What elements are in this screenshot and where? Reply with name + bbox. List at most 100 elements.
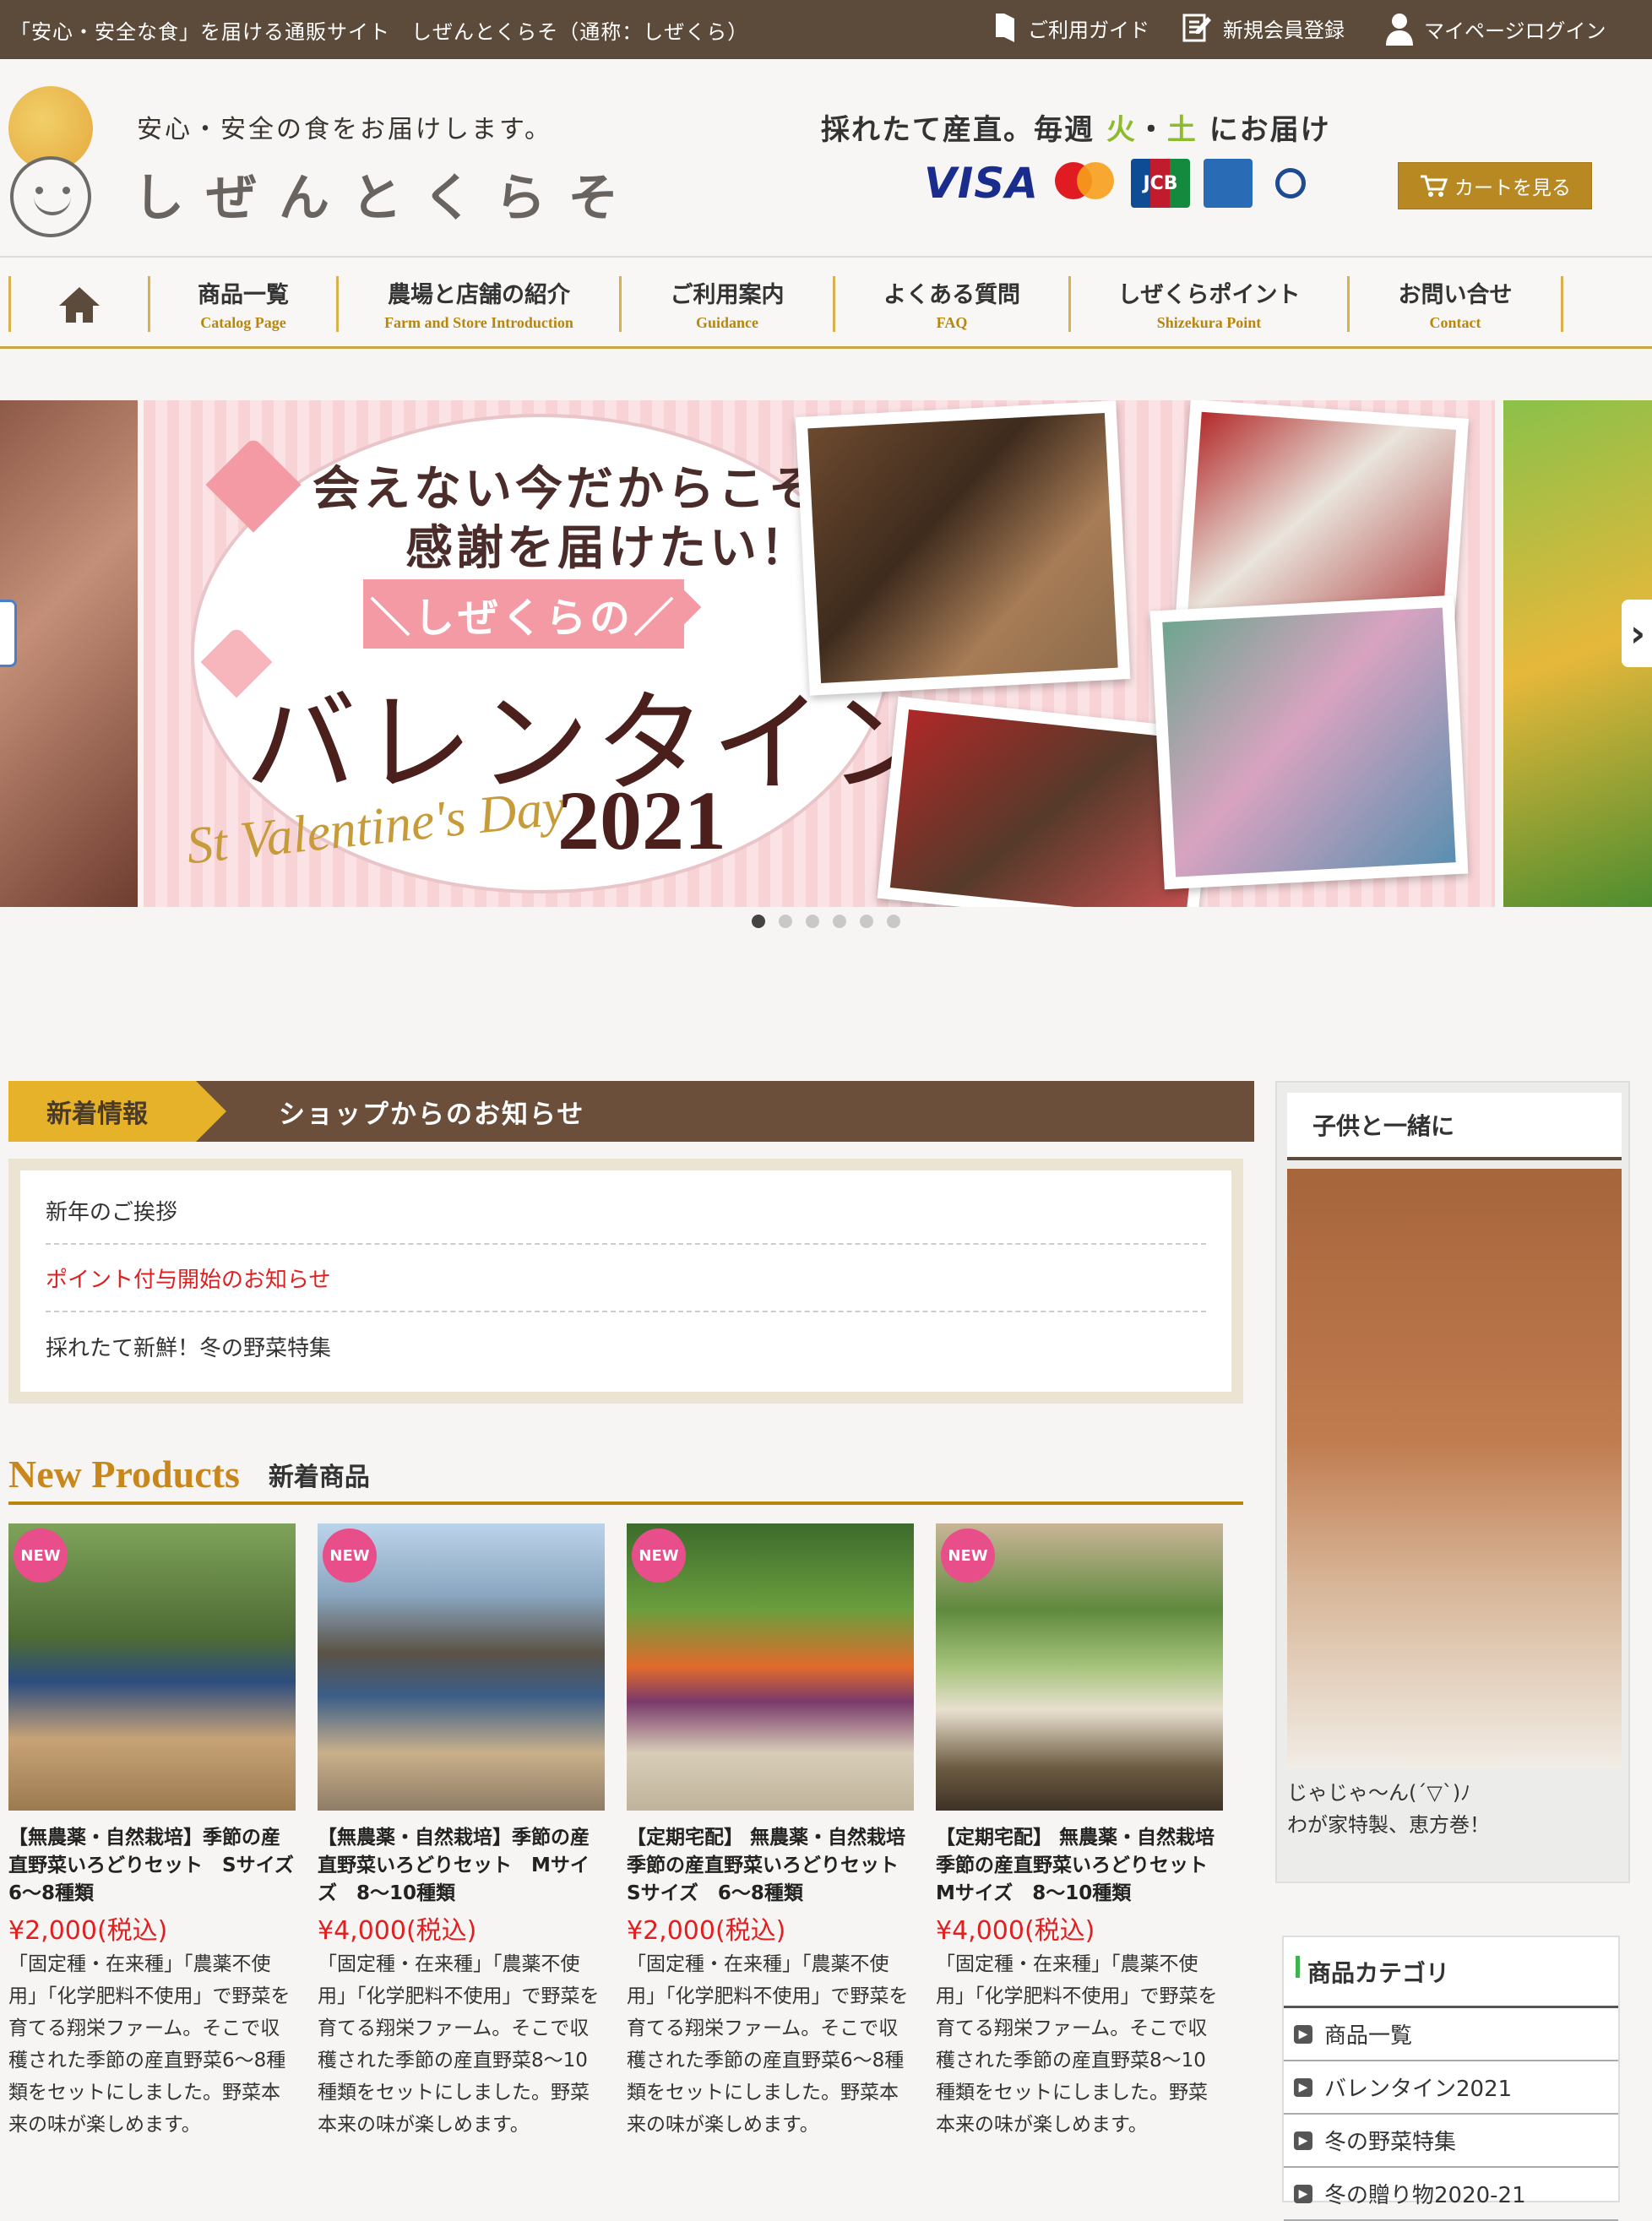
slider-dot[interactable] — [833, 915, 846, 928]
payment-cards: VISA JCB — [924, 159, 1315, 208]
logo-smile-icon — [10, 156, 91, 237]
product-image[interactable]: NEW — [627, 1523, 914, 1811]
news-item[interactable]: 採れたて新鮮！冬の野菜特集 — [46, 1312, 1206, 1380]
banner-line1: 会えない今だからこそ、 — [312, 462, 870, 517]
product-name[interactable]: 【無農薬・自然栽培】季節の産直野菜いろどりセット Mサイズ 8〜10種類 — [318, 1824, 605, 1908]
guide-label: ご利用ガイド — [1028, 18, 1149, 42]
sidebar-feature-title: 子供と一緒に — [1287, 1093, 1622, 1160]
arrow-right-icon: ▶ — [1294, 2077, 1312, 2097]
slider-next-button[interactable]: › — [1622, 600, 1652, 667]
new-products-jp: 新着商品 — [268, 1463, 370, 1492]
view-cart-button[interactable]: カートを見る — [1398, 162, 1592, 209]
nav-contact-sub: Contact — [1429, 314, 1481, 331]
product-grid: NEW 【無農薬・自然栽培】季節の産直野菜いろどりセット Sサイズ 6〜8種類 … — [8, 1523, 1243, 2202]
news-item[interactable]: 新年のご挨拶 — [46, 1177, 1206, 1245]
news-title: ショップからのお知らせ — [279, 1099, 585, 1130]
arrow-right-icon: ▶ — [1294, 2024, 1312, 2044]
cart-label: カートを見る — [1454, 177, 1571, 199]
new-products-en: New Products — [8, 1453, 240, 1496]
banner-line2: 感謝を届けたい！ — [405, 521, 811, 576]
top-bar: 「安心・安全な食」を届ける通販サイト しぜんとくらそ（通称：しぜくら） ご利用ガ… — [0, 0, 1652, 59]
product-card[interactable]: NEW 【無農薬・自然栽培】季節の産直野菜いろどりセット Mサイズ 8〜10種類… — [318, 1523, 605, 2141]
category-label: 冬の贈り物2020-21 — [1324, 2183, 1526, 2208]
hero-slider[interactable]: 会えない今だからこそ、 感謝を届けたい！ ＼しぜくらの／ バレンタイン St V… — [0, 400, 1652, 907]
site-tagline: 「安心・安全な食」を届ける通販サイト しぜんとくらそ（通称：しぜくら） — [10, 20, 749, 44]
chevron-right-icon: › — [1630, 611, 1646, 655]
new-badge: NEW — [941, 1529, 995, 1583]
nav-farm-label: 農場と店舗の紹介 — [388, 282, 570, 308]
category-label: 冬の野菜特集 — [1324, 2130, 1457, 2155]
nav-farm[interactable]: 農場と店舗の紹介 Farm and Store Introduction — [339, 276, 619, 332]
product-name[interactable]: 【無農薬・自然栽培】季節の産直野菜いろどりセット Sサイズ 6〜8種類 — [8, 1824, 313, 1908]
product-image[interactable]: NEW — [318, 1523, 605, 1811]
caption-line1: じゃじゃ〜ん(´▽`)ﾉ — [1287, 1781, 1471, 1805]
category-menu: 商品カテゴリ ▶ 商品一覧 ▶ バレンタイン2021 ▶ 冬の野菜特集 ▶ 冬の贈り物2… — [1282, 1936, 1620, 2221]
login-link[interactable]: マイページログイン — [1385, 12, 1606, 46]
login-label: マイページログイン — [1424, 19, 1606, 43]
slider-dots — [752, 915, 900, 928]
product-description: 「固定種・在来種」「農薬不使用」「化学肥料不使用」で野菜を育てる翔栄ファーム。そ… — [936, 1953, 1218, 2136]
category-label: バレンタイン2021 — [1324, 2077, 1513, 2102]
product-image[interactable]: NEW — [936, 1523, 1223, 1811]
product-description: 「固定種・在来種」「農薬不使用」「化学肥料不使用」で野菜を育てる翔栄ファーム。そ… — [8, 1953, 291, 2136]
new-badge: NEW — [14, 1529, 68, 1583]
slider-dot[interactable] — [806, 915, 819, 928]
news-tag: 新着情報 — [8, 1081, 226, 1142]
banner-year: 2021 — [557, 774, 726, 867]
delivery-day-tue: 火 — [1106, 113, 1137, 147]
register-link[interactable]: 新規会員登録 — [1182, 12, 1345, 44]
arrow-right-icon: ▶ — [1294, 2184, 1312, 2203]
product-card[interactable]: NEW 【定期宅配】 無農薬・自然栽培 季節の産直野菜いろどりセット Mサイズ … — [936, 1523, 1227, 2141]
slider-dot[interactable] — [860, 915, 873, 928]
cart-icon — [1421, 175, 1448, 197]
delivery-dot: ・ — [1136, 113, 1167, 147]
news-item[interactable]: ポイント付与開始のお知らせ — [46, 1245, 1206, 1312]
diners-logo-icon — [1266, 159, 1315, 208]
slider-dot[interactable] — [752, 915, 765, 928]
nav-catalog-sub: Catalog Page — [200, 314, 286, 331]
site-slogan: 安心・安全の食をお届けします。 — [137, 115, 552, 144]
new-products-header: New Products 新着商品 — [8, 1453, 1243, 1505]
nav-faq[interactable]: よくある質問 FAQ — [835, 276, 1068, 332]
product-description: 「固定種・在来種」「農薬不使用」「化学肥料不使用」で野菜を育てる翔栄ファーム。そ… — [318, 1953, 600, 2136]
product-name[interactable]: 【定期宅配】 無農薬・自然栽培 季節の産直野菜いろどりセット Mサイズ 8〜10… — [936, 1824, 1227, 1908]
category-item[interactable]: ▶ 商品一覧 — [1284, 2008, 1618, 2061]
news-list: 新年のご挨拶 ポイント付与開始のお知らせ 採れたて新鮮！冬の野菜特集 — [8, 1159, 1243, 1404]
nav-guidance[interactable]: ご利用案内 Guidance — [622, 276, 833, 332]
home-icon — [59, 287, 100, 323]
chocolate-photo-1 — [795, 400, 1131, 696]
brand-name[interactable]: しぜんとくらそ — [133, 157, 640, 231]
product-price: ¥2,000(税込) — [627, 1916, 786, 1946]
arrow-right-icon: ▶ — [1294, 2131, 1312, 2150]
category-item[interactable]: ▶ 冬の野菜特集 — [1284, 2115, 1618, 2168]
mastercard-logo-icon — [1052, 159, 1117, 208]
slider-dot[interactable] — [887, 915, 900, 928]
sidebar-feature-caption: じゃじゃ〜ん(´▽`)ﾉ わが家特製、恵方巻！ — [1287, 1777, 1490, 1841]
slider-dot[interactable] — [779, 915, 792, 928]
nav-contact[interactable]: お問い合せ Contact — [1350, 276, 1561, 332]
nav-home[interactable] — [11, 276, 148, 332]
delivery-suffix: にお届け — [1209, 113, 1331, 147]
product-card[interactable]: NEW 【無農薬・自然栽培】季節の産直野菜いろどりセット Sサイズ 6〜8種類 … — [8, 1523, 313, 2141]
news-header: 新着情報 ショップからのお知らせ — [8, 1081, 1254, 1142]
amex-logo-icon — [1204, 159, 1253, 208]
nav-catalog-label: 商品一覧 — [198, 282, 289, 308]
delivery-info: 採れたて産直。毎週 火・土 にお届け — [821, 106, 1331, 148]
nav-point-sub: Shizekura Point — [1156, 314, 1262, 331]
product-card[interactable]: NEW 【定期宅配】 無農薬・自然栽培 季節の産直野菜いろどりセット Sサイズ … — [627, 1523, 918, 2141]
delivery-day-sat: 土 — [1166, 113, 1198, 147]
jcb-logo-icon: JCB — [1131, 159, 1190, 208]
product-image[interactable]: NEW — [8, 1523, 296, 1811]
guide-link[interactable]: ご利用ガイド — [992, 12, 1149, 44]
sidebar-feature-photo[interactable] — [1287, 1169, 1622, 1768]
user-icon — [1386, 14, 1413, 46]
register-label: 新規会員登録 — [1223, 18, 1345, 42]
nav-catalog[interactable]: 商品一覧 Catalog Page — [150, 276, 336, 332]
product-name[interactable]: 【定期宅配】 無農薬・自然栽培 季節の産直野菜いろどりセット Sサイズ 6〜8種… — [627, 1824, 918, 1908]
slide-valentine[interactable]: 会えない今だからこそ、 感謝を届けたい！ ＼しぜくらの／ バレンタイン St V… — [144, 400, 1495, 907]
slide-prev-preview[interactable] — [0, 400, 138, 907]
slider-prev-button[interactable] — [0, 600, 17, 667]
category-item[interactable]: ▶ バレンタイン2021 — [1284, 2061, 1618, 2115]
category-item[interactable]: ▶ 冬の贈り物2020-21 — [1284, 2168, 1618, 2221]
nav-point[interactable]: しぜくらポイント Shizekura Point — [1071, 276, 1347, 332]
